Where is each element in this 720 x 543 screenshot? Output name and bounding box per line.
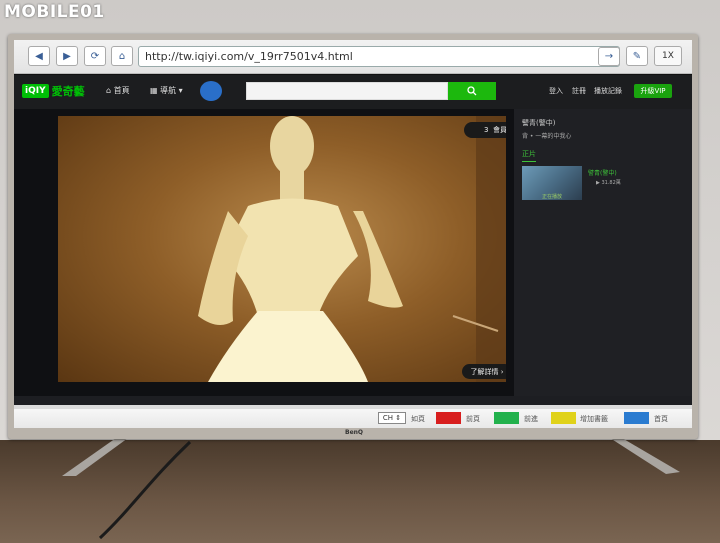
thumbnail-caption: 正在播放 (541, 194, 562, 200)
yellow-key[interactable] (551, 412, 576, 424)
zoom-button[interactable]: 1X (654, 46, 682, 66)
episode-title[interactable]: 譬青(警中) (588, 168, 617, 177)
key-label-4: 增加書籤 (580, 415, 608, 423)
ad-countdown: 3 (484, 126, 489, 134)
red-key[interactable] (436, 412, 461, 424)
register-link[interactable]: 註冊 (572, 86, 586, 96)
episode-sidebar: 譬青(警中) 背 • 一幕的中我心 正片 正在播放 譬青(警中) ▶ 31.82… (514, 109, 692, 405)
key-label-2: 前頁 (466, 415, 480, 423)
green-key[interactable] (494, 412, 519, 424)
logo-badge: iQIY (22, 84, 49, 98)
player-area: 3 會員免廣告 了解詳情 › ⤢ 譬青(警中) 背 • 一幕的中我心 正片 正在… (14, 109, 692, 405)
learn-more-label: 了解詳情 (470, 367, 499, 376)
key-label-5: 首頁 (654, 415, 668, 423)
login-link[interactable]: 登入 (549, 86, 563, 96)
logo-name: 愛奇藝 (51, 85, 85, 98)
key-label-3: 前進 (524, 415, 538, 423)
home-icon[interactable]: ⌂ (111, 46, 133, 66)
nav-guide-label: 導航 (160, 86, 177, 95)
episode-play-count: 31.82萬 (601, 180, 621, 186)
search-input[interactable] (246, 82, 448, 100)
learn-more-button[interactable]: 了解詳情 › (462, 364, 506, 379)
episode-plays: ▶ 31.82萬 (596, 180, 621, 186)
go-arrow-icon[interactable]: → (598, 47, 620, 66)
nav-home[interactable]: ⌂ 首頁 (106, 85, 130, 96)
video-frame[interactable]: 3 會員免廣告 了解詳情 › ⤢ (58, 116, 506, 382)
promo-icon[interactable] (200, 81, 222, 101)
url-input[interactable]: http://tw.iqiyi.com/v_19rr7501v4.html (138, 46, 620, 67)
remote-key-bar: CH ⇕ 如頁 前頁 前進 增加書籤 首頁 (14, 409, 692, 428)
sidebar-title: 譬青(警中) (522, 119, 556, 127)
tv-stand-right (610, 438, 680, 474)
nav-home-label: 首頁 (113, 86, 130, 95)
watermark-logo: MOBILE01 (4, 2, 105, 22)
tv-screen: ◀ ▶ ⟳ ⌂ http://tw.iqiyi.com/v_19rr7501v4… (14, 40, 692, 428)
vip-button[interactable]: 升級VIP (634, 84, 672, 98)
site-header: iQIY 愛奇藝 ⌂ 首頁 ▦ 導航 ▾ 登入 註冊 播放記錄 升級VIP (14, 75, 692, 109)
refresh-icon[interactable]: ⟳ (84, 46, 106, 66)
forward-arrow-icon[interactable]: ▶ (56, 46, 78, 66)
mannequin-dress-image (198, 116, 506, 382)
photo-scene: MOBILE01 BenQ ◀ ▶ ⟳ ⌂ http://tw.iqiyi.co… (0, 0, 720, 543)
nav-guide[interactable]: ▦ 導航 ▾ (150, 85, 183, 96)
search-icon[interactable] (448, 82, 496, 100)
power-cable (98, 440, 192, 540)
channel-label: CH (382, 414, 394, 422)
ad-badge[interactable]: 3 會員免廣告 (464, 122, 506, 138)
history-link[interactable]: 播放記錄 (594, 86, 622, 96)
channel-button[interactable]: CH ⇕ (378, 412, 406, 424)
blue-key[interactable] (624, 412, 649, 424)
tv-brand-logo: BenQ (345, 429, 364, 436)
sidebar-subtitle: 背 • 一幕的中我心 (522, 133, 572, 140)
back-arrow-icon[interactable]: ◀ (28, 46, 50, 66)
iqiyi-logo[interactable]: iQIY 愛奇藝 (22, 81, 85, 101)
ad-badge-label: 會員免廣告 (492, 126, 506, 134)
tab-main-feature[interactable]: 正片 (522, 149, 536, 162)
bookmark-icon[interactable]: ✎ (626, 46, 648, 66)
browser-toolbar: ◀ ▶ ⟳ ⌂ http://tw.iqiyi.com/v_19rr7501v4… (14, 40, 692, 74)
key-label-1: 如頁 (411, 415, 425, 423)
